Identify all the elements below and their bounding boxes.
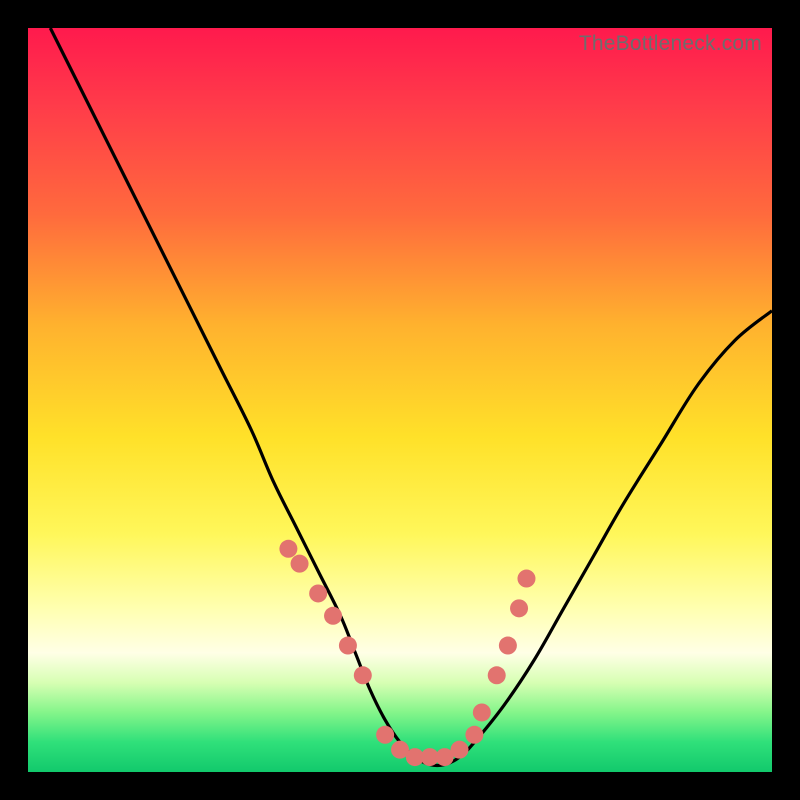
marker-dot [421,748,439,766]
marker-dot [473,703,491,721]
marker-dot [436,748,454,766]
marker-dot [517,570,535,588]
marker-dot [406,748,424,766]
watermark-label: TheBottleneck.com [579,32,762,56]
marker-dot [488,666,506,684]
marker-dot [324,607,342,625]
plot-area: TheBottleneck.com [28,28,772,772]
marker-dot [499,637,517,655]
marker-dot [451,741,469,759]
markers-group [279,540,535,766]
marker-dot [510,599,528,617]
marker-dot [291,555,309,573]
marker-dot [309,584,327,602]
marker-dot [391,741,409,759]
marker-dot [376,726,394,744]
marker-dot [465,726,483,744]
curve-svg [28,28,772,772]
marker-dot [354,666,372,684]
chart-frame: TheBottleneck.com [0,0,800,800]
bottleneck-curve [50,28,772,766]
marker-dot [279,540,297,558]
marker-dot [339,637,357,655]
